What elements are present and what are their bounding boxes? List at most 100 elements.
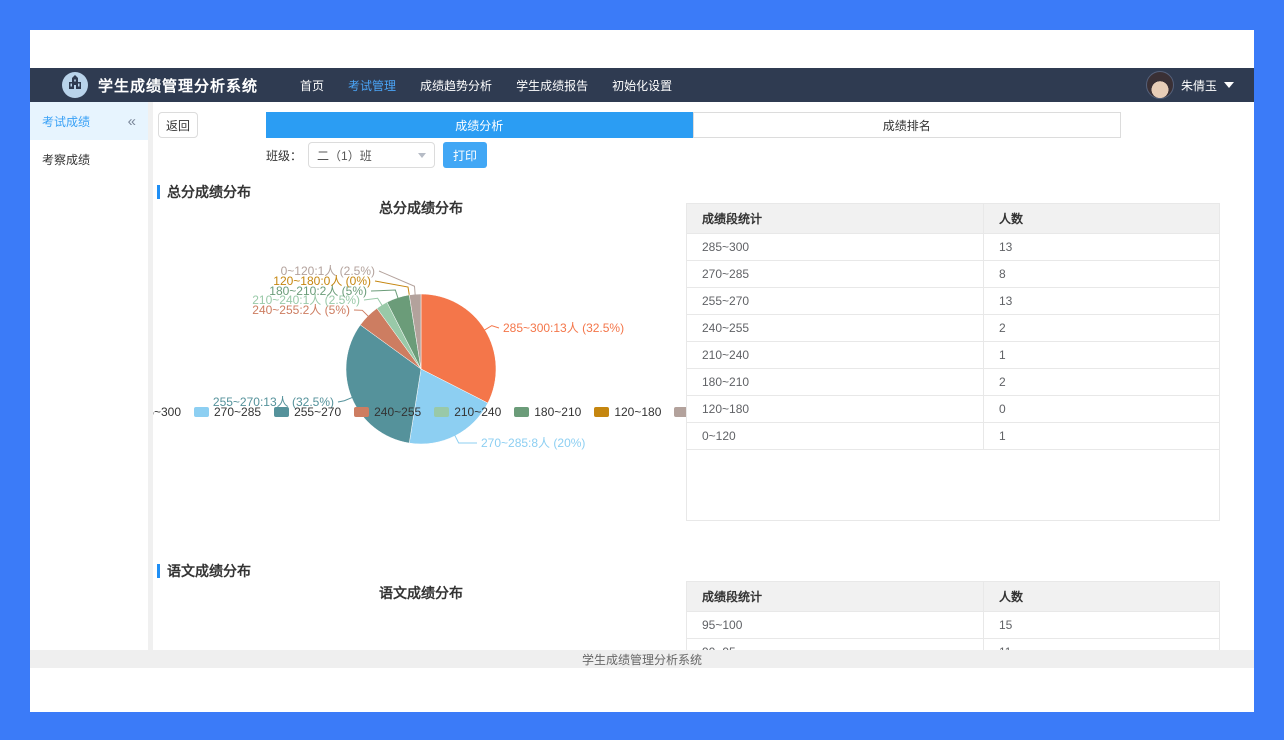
print-button[interactable]: 打印	[443, 142, 487, 168]
table-cell: 13	[984, 234, 1220, 261]
pie-label-line	[338, 397, 353, 402]
table-cell: 285~300	[687, 234, 984, 261]
chinese-score-table: 成绩段统计 人数 95~1001590~9511	[686, 581, 1220, 650]
main-content: 返回 成绩分析 成绩排名 班级： 二（1）班 打印 总分成绩分布 总分成绩分布 …	[153, 102, 1254, 650]
legend-swatch	[434, 407, 449, 417]
table-row: 270~2858	[687, 261, 1219, 288]
table-row: 180~2102	[687, 369, 1219, 396]
column-header-range: 成绩段统计	[687, 582, 984, 612]
legend-item[interactable]: 210~240	[434, 405, 501, 419]
table-row: 210~2401	[687, 342, 1219, 369]
user-menu[interactable]: 朱倩玉	[1146, 71, 1234, 99]
pie-label-line	[375, 281, 409, 296]
chinese-chart-title: 语文成绩分布	[156, 583, 686, 603]
table-cell: 11	[984, 639, 1220, 651]
sidebar-item[interactable]: 考察成绩	[30, 140, 148, 178]
legend-swatch	[514, 407, 529, 417]
legend-item[interactable]: 270~285	[194, 405, 261, 419]
table-cell: 180~210	[687, 369, 984, 396]
school-building-icon	[67, 75, 83, 96]
section-accent-bar	[157, 564, 160, 578]
back-button[interactable]: 返回	[158, 112, 198, 138]
table-cell: 270~285	[687, 261, 984, 288]
sidebar-item[interactable]: 考试成绩 «	[30, 102, 148, 140]
pie-slice-label: 285~300:13人 (32.5%)	[503, 321, 624, 335]
table-cell: 15	[984, 612, 1220, 639]
legend-label: 210~240	[454, 405, 501, 419]
total-score-pie-chart: 285~300:13人 (32.5%) 270~285:8人 (20%) 255~2…	[156, 212, 686, 502]
table-row: 285~30013	[687, 234, 1219, 261]
legend-label: 180~210	[534, 405, 581, 419]
nav-item[interactable]: 初始化设置	[612, 77, 672, 94]
table-row: 95~10015	[687, 612, 1219, 639]
nav-item[interactable]: 成绩趋势分析	[420, 77, 492, 94]
table-row: 255~27013	[687, 288, 1219, 315]
pie-label-line	[455, 435, 477, 443]
page-body: 考试成绩 « 考察成绩 返回 成绩分析 成绩排名 班级： 二（1）班 打印 总分成绩…	[30, 102, 1254, 650]
total-score-table: 成绩段统计 人数 285~30013270~2858255~27013240~2…	[686, 203, 1220, 521]
class-select-value: 二（1）班	[317, 147, 418, 164]
page-footer: 学生成绩管理分析系统	[30, 650, 1254, 668]
tab-score-analysis[interactable]: 成绩分析	[266, 112, 693, 138]
legend-swatch	[194, 407, 209, 417]
legend-item[interactable]: 120~180	[594, 405, 661, 419]
tab-score-ranking[interactable]: 成绩排名	[693, 112, 1122, 138]
table-cell: 2	[984, 369, 1220, 396]
navbar-menu: 首页 考试管理 成绩趋势分析 学生成绩报告 初始化设置	[300, 77, 672, 94]
legend-label: 255~270	[294, 405, 341, 419]
top-whitespace	[30, 30, 1254, 68]
nav-item[interactable]: 学生成绩报告	[516, 77, 588, 94]
table-cell: 8	[984, 261, 1220, 288]
table-cell: 255~270	[687, 288, 984, 315]
legend-label: 120~180	[614, 405, 661, 419]
user-name: 朱倩玉	[1181, 77, 1217, 94]
table-cell: 240~255	[687, 315, 984, 342]
pie-label-line	[364, 298, 382, 306]
pie-legend: 285~300 270~285 255~270 240~255 210~240 180~2…	[156, 405, 686, 419]
table-row: 0~1201	[687, 423, 1219, 450]
legend-item[interactable]: 240~255	[354, 405, 421, 419]
column-header-count: 人数	[984, 204, 1220, 234]
table-cell: 1	[984, 423, 1220, 450]
tab-bar: 成绩分析 成绩排名	[266, 112, 1121, 138]
legend-item[interactable]: 255~270	[274, 405, 341, 419]
table-cell: 95~100	[687, 612, 984, 639]
legend-item[interactable]: 285~300	[153, 405, 181, 419]
legend-swatch	[594, 407, 609, 417]
collapse-sidebar-icon[interactable]: «	[128, 113, 136, 130]
column-header-range: 成绩段统计	[687, 204, 984, 234]
column-header-count: 人数	[984, 582, 1220, 612]
table-cell: 0	[984, 396, 1220, 423]
nav-item[interactable]: 首页	[300, 77, 324, 94]
table-cell: 120~180	[687, 396, 984, 423]
legend-label: 240~255	[374, 405, 421, 419]
app-logo	[62, 72, 88, 98]
table-cell: 90~95	[687, 639, 984, 651]
class-select[interactable]: 二（1）班	[308, 142, 435, 168]
sidebar-item-label: 考试成绩	[42, 113, 90, 130]
nav-item[interactable]: 考试管理	[348, 77, 396, 94]
table-cell: 210~240	[687, 342, 984, 369]
chevron-down-icon	[418, 153, 426, 158]
table-cell: 2	[984, 315, 1220, 342]
section-title: 语文成绩分布	[167, 561, 251, 581]
pie-slice-label: 270~285:8人 (20%)	[481, 436, 585, 450]
table-cell: 1	[984, 342, 1220, 369]
legend-label: 270~285	[214, 405, 261, 419]
table-row: 240~2552	[687, 315, 1219, 342]
pie-slice-label: 0~120:1人 (2.5%)	[281, 264, 375, 278]
legend-swatch	[354, 407, 369, 417]
legend-swatch	[274, 407, 289, 417]
table-cell: 0~120	[687, 423, 984, 450]
navbar: 学生成绩管理分析系统 首页考试管理成绩趋势分析学生成绩报告初始化设置 朱倩玉	[30, 68, 1254, 102]
table-row: 90~9511	[687, 639, 1219, 651]
sidebar: 考试成绩 « 考察成绩	[30, 102, 148, 650]
class-filter-row: 班级： 二（1）班 打印	[266, 142, 487, 168]
pie-label-line	[354, 310, 369, 317]
legend-label: 285~300	[153, 405, 181, 419]
avatar[interactable]	[1146, 71, 1174, 99]
app-window: 学生成绩管理分析系统 首页 考试管理 成绩趋势分析 学生成绩报告 初始化设置 朱倩玉 考…	[30, 30, 1254, 712]
pie-label-line	[484, 326, 499, 331]
class-label: 班级：	[266, 147, 302, 164]
legend-item[interactable]: 180~210	[514, 405, 581, 419]
